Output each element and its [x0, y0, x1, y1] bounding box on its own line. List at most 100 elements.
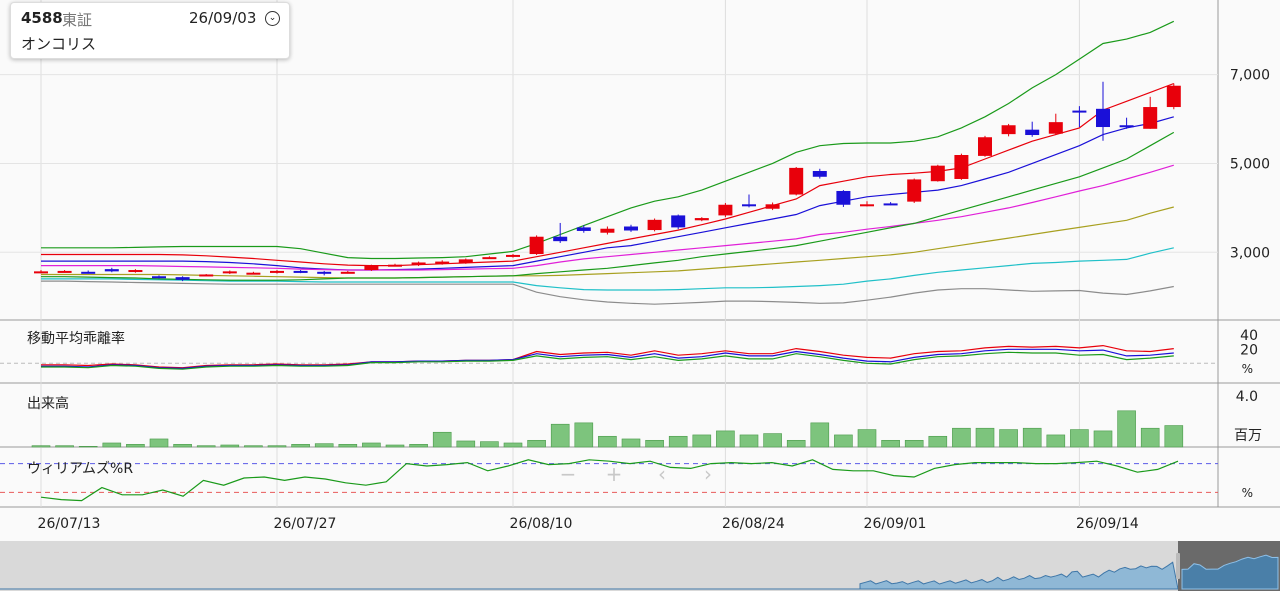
volume-bar — [1140, 427, 1160, 448]
stock-name: オンコリス — [21, 35, 97, 53]
candle-body — [907, 179, 922, 202]
candle-body — [789, 167, 804, 195]
volume-bar — [834, 434, 853, 448]
candle-body — [458, 259, 473, 263]
candle-body — [175, 277, 190, 280]
candle-body — [506, 254, 520, 257]
williams-label: ウィリアムズ%R — [27, 461, 133, 477]
candle-body — [1119, 125, 1134, 128]
deviation-unit: % — [1242, 362, 1253, 376]
candle-body — [954, 155, 969, 179]
volume-bar — [55, 445, 74, 448]
volume-bar — [739, 434, 759, 448]
deviation-tick: 20 — [1240, 343, 1258, 359]
stock-chart[interactable]: 26/07/13 26/07/27 26/08/10 26/08/24 26/09/01… — [0, 0, 1280, 541]
candle-body — [340, 271, 355, 274]
volume-bar — [338, 444, 358, 448]
candle-body — [411, 262, 426, 265]
deviation-tick: 40 — [1240, 328, 1258, 344]
candle-body — [199, 274, 214, 277]
scroll-left-button[interactable]: ‹ — [658, 462, 666, 486]
candle-body — [246, 272, 261, 275]
candle-body — [104, 269, 119, 272]
volume-bar — [196, 445, 216, 448]
candle-body — [128, 270, 143, 273]
candle-body — [152, 276, 166, 279]
volume-bar — [362, 442, 381, 448]
selected-date: 26/09/03 — [189, 9, 257, 27]
candle-body — [978, 137, 992, 156]
candle-body — [1025, 129, 1040, 136]
candle-body — [1096, 108, 1110, 128]
candle-body — [317, 271, 332, 274]
x-tick-label: 26/09/14 — [1076, 516, 1139, 532]
volume-bar — [456, 440, 476, 448]
volume-bar — [550, 423, 570, 448]
candle-body — [364, 265, 379, 271]
volume-bar — [267, 445, 287, 448]
volume-bar — [78, 446, 98, 448]
y-tick-label: 7,000 — [1230, 68, 1270, 84]
candle-body — [1001, 125, 1016, 135]
volume-bar — [149, 438, 169, 448]
candle-body — [812, 170, 827, 177]
volume-bar — [668, 435, 688, 448]
candle-body — [34, 271, 48, 274]
volume-bar — [621, 438, 641, 448]
candle-body — [388, 264, 402, 267]
candle-body — [1166, 85, 1181, 108]
volume-bar — [716, 430, 735, 448]
candle-body — [482, 257, 497, 260]
volume-bar — [857, 429, 877, 448]
volume-bar — [432, 431, 452, 448]
candle-body — [553, 236, 568, 242]
zoom-out-button[interactable]: − — [560, 462, 577, 486]
chevron-down-icon[interactable]: ⌄ — [265, 11, 280, 26]
x-tick-label: 26/08/10 — [510, 516, 573, 532]
volume-bar — [409, 444, 428, 448]
stock-code: 4588 — [21, 9, 63, 27]
volume-bar — [598, 435, 617, 448]
x-tick-label: 26/07/27 — [274, 516, 337, 532]
zoom-in-button[interactable]: + — [606, 462, 623, 486]
volume-bar — [173, 444, 192, 448]
x-tick-label: 26/09/01 — [864, 516, 927, 532]
y-tick-label: 5,000 — [1230, 156, 1270, 172]
candle-body — [647, 219, 662, 231]
volume-label: 出来高 — [27, 395, 69, 412]
volume-bar — [503, 442, 523, 448]
volume-bar — [975, 427, 995, 448]
volume-bar — [1070, 429, 1089, 448]
candle-body — [1143, 107, 1158, 129]
navigator-handle-left[interactable] — [1176, 553, 1180, 579]
range-navigator[interactable] — [0, 541, 1280, 591]
volume-unit: 百万 — [1234, 428, 1262, 444]
volume-bar — [1022, 427, 1042, 448]
volume-bar — [244, 445, 263, 448]
candle-body — [1072, 110, 1087, 113]
candle-body — [860, 204, 874, 207]
candle-body — [293, 270, 308, 273]
volume-bar — [952, 427, 971, 448]
candle-body — [57, 270, 72, 273]
volume-bar — [763, 433, 782, 448]
candle-body — [600, 228, 615, 233]
volume-tick: 4.0 — [1236, 389, 1258, 405]
volume-bar — [692, 434, 712, 448]
volume-bar — [31, 445, 51, 448]
candle-body — [270, 270, 284, 273]
candle-body — [930, 165, 945, 182]
volume-bar — [645, 439, 664, 448]
volume-bar — [928, 435, 948, 448]
stock-info-panel: 4588 東証 26/09/03 ⌄ オンコリス — [10, 2, 290, 59]
x-tick-label: 26/08/24 — [722, 516, 785, 532]
candle-body — [1048, 122, 1063, 134]
candle-body — [671, 215, 686, 228]
volume-bar — [126, 444, 145, 448]
volume-bar — [999, 429, 1018, 448]
scroll-right-button[interactable]: › — [704, 462, 712, 486]
volume-bar — [881, 439, 900, 448]
x-tick-label: 26/07/13 — [38, 516, 101, 532]
candle-body — [529, 236, 544, 255]
volume-bar — [527, 439, 546, 448]
